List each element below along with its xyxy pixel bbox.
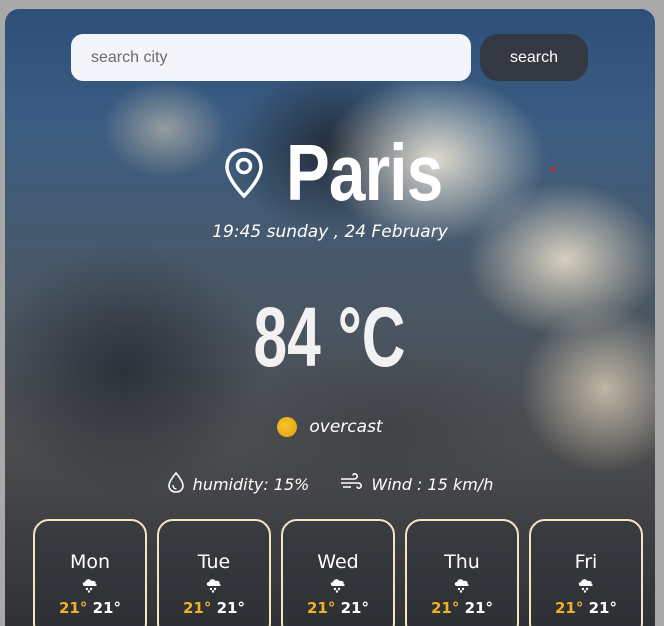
forecast-high: 21° <box>59 599 88 617</box>
forecast-day-card: Fri 21° 21° <box>529 519 643 626</box>
forecast-day-card: Wed 21° 21° <box>281 519 395 626</box>
forecast-temps: 21° 21° <box>283 599 393 617</box>
forecast-low: 21° <box>464 599 493 617</box>
forecast-temps: 21° 21° <box>407 599 517 617</box>
search-button[interactable]: search <box>480 34 588 81</box>
forecast-low: 21° <box>92 599 121 617</box>
temperature-value: 84 °C <box>254 290 406 384</box>
forecast-high: 21° <box>431 599 460 617</box>
snow-cloud-icon <box>80 577 100 597</box>
forecast-day-card: Tue 21° 21° <box>157 519 271 626</box>
humidity-text: humidity: 15% <box>192 474 310 494</box>
condition-row: overcast <box>5 417 655 437</box>
forecast-low: 21° <box>216 599 245 617</box>
date-time: 19:45 sunday , 24 February <box>212 222 448 242</box>
stats-row: humidity: 15% Wind : 15 km/h <box>5 471 655 497</box>
wind-text: Wind : 15 km/h <box>371 474 494 494</box>
snow-cloud-icon <box>328 577 348 597</box>
forecast-day-name: Wed <box>317 551 359 573</box>
forecast-temps: 21° 21° <box>531 599 641 617</box>
wind-stat: Wind : 15 km/h <box>339 472 493 496</box>
forecast-day-name: Tue <box>197 551 231 573</box>
snow-cloud-icon <box>576 577 596 597</box>
forecast-low: 21° <box>588 599 617 617</box>
weather-card: search Paris 19:45 sunday , 24 February … <box>5 9 655 626</box>
forecast-temps: 21° 21° <box>35 599 145 617</box>
humidity-stat: humidity: 15% <box>167 471 310 497</box>
forecast-day-card: Mon 21° 21° <box>33 519 147 626</box>
map-pin-icon <box>224 147 264 199</box>
sun-icon <box>277 417 298 437</box>
search-input[interactable] <box>71 34 471 81</box>
forecast-high: 21° <box>183 599 212 617</box>
water-drop-icon <box>167 471 185 497</box>
forecast-day-card: Thu 21° 21° <box>405 519 519 626</box>
temperature: 84 °C <box>5 295 655 379</box>
forecast-high: 21° <box>307 599 336 617</box>
city-name: Paris <box>285 128 443 217</box>
forecast-day-name: Mon <box>69 551 111 573</box>
snow-cloud-icon <box>452 577 472 597</box>
forecast-low: 21° <box>340 599 369 617</box>
condition-text: overcast <box>309 417 383 437</box>
wind-icon <box>339 472 363 496</box>
forecast-day-name: Fri <box>574 551 598 573</box>
forecast-temps: 21° 21° <box>159 599 269 617</box>
forecast-high: 21° <box>555 599 584 617</box>
location-header: Paris <box>5 127 655 219</box>
forecast-day-name: Thu <box>444 551 480 573</box>
snow-cloud-icon <box>204 577 224 597</box>
